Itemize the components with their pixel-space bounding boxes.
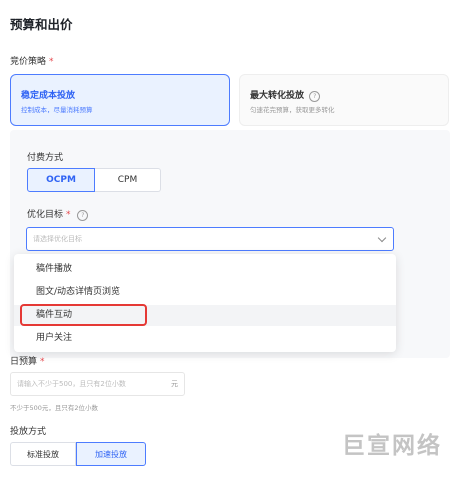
strategy-option-title: 最大转化投放 (250, 91, 305, 101)
currency-unit: 元 (171, 380, 178, 388)
strategy-option-desc: 控制成本，尽量消耗预算 (21, 106, 93, 114)
daily-budget-placeholder: 请输入不少于500，且只有2位小数 (17, 380, 126, 388)
delivery-accelerated-button[interactable]: 加速投放 (76, 442, 146, 466)
help-icon[interactable]: ? (309, 91, 321, 102)
opt-goal-placeholder: 请选择优化目标 (33, 235, 82, 243)
strategy-option-stable-cost[interactable]: 稳定成本投放 控制成本，尽量消耗预算 (10, 74, 230, 126)
required-mark: * (66, 210, 71, 220)
strategy-option-title-wrap: 最大转化投放 ? (250, 88, 321, 102)
delivery-standard-button[interactable]: 标准投放 (10, 442, 76, 466)
delivery-method-segmented: 标准投放 加速投放 (10, 442, 146, 466)
daily-budget-label: 日预算 * (10, 354, 45, 367)
highlight-box (20, 304, 147, 326)
daily-budget-hint: 不少于500元，且只有2位小数 (10, 404, 99, 412)
bid-strategy-label: 竞价策略 * (10, 54, 54, 67)
dropdown-option-follow[interactable]: 用户关注 (14, 328, 396, 349)
chevron-down-icon[interactable] (377, 233, 387, 243)
strategy-option-title: 稳定成本投放 (21, 91, 76, 101)
opt-goal-dropdown: 稿件播放 图文/动态详情页浏览 稿件互动 用户关注 (14, 254, 396, 352)
daily-budget-input[interactable]: 请输入不少于500，且只有2位小数 元 (10, 372, 185, 396)
opt-goal-label-text: 优化目标 (27, 210, 64, 220)
dropdown-option-play[interactable]: 稿件播放 (14, 259, 396, 280)
watermark-text: 巨宣网络 (342, 433, 442, 459)
bid-strategy-label-text: 竞价策略 (10, 57, 47, 67)
pay-method-cpm-button[interactable]: CPM (95, 168, 161, 192)
section-title: 预算和出价 (10, 17, 73, 32)
daily-budget-label-text: 日预算 (10, 357, 38, 367)
dropdown-option-detail-view[interactable]: 图文/动态详情页浏览 (14, 282, 396, 303)
required-mark: * (40, 357, 45, 367)
delivery-method-label: 投放方式 (10, 427, 47, 437)
pay-method-label: 付费方式 (27, 153, 64, 163)
pay-method-ocpm-button[interactable]: OCPM (27, 168, 95, 192)
required-mark: * (49, 57, 54, 67)
opt-goal-select[interactable]: 请选择优化目标 (26, 227, 394, 251)
strategy-option-max-conversion[interactable]: 最大转化投放 ? 匀速花完预算，获取更多转化 (239, 74, 449, 126)
help-icon[interactable]: ? (77, 210, 89, 221)
opt-goal-label: 优化目标 * ? (27, 207, 89, 221)
strategy-option-desc: 匀速花完预算，获取更多转化 (250, 106, 335, 114)
pay-method-segmented: OCPM CPM (27, 168, 161, 192)
